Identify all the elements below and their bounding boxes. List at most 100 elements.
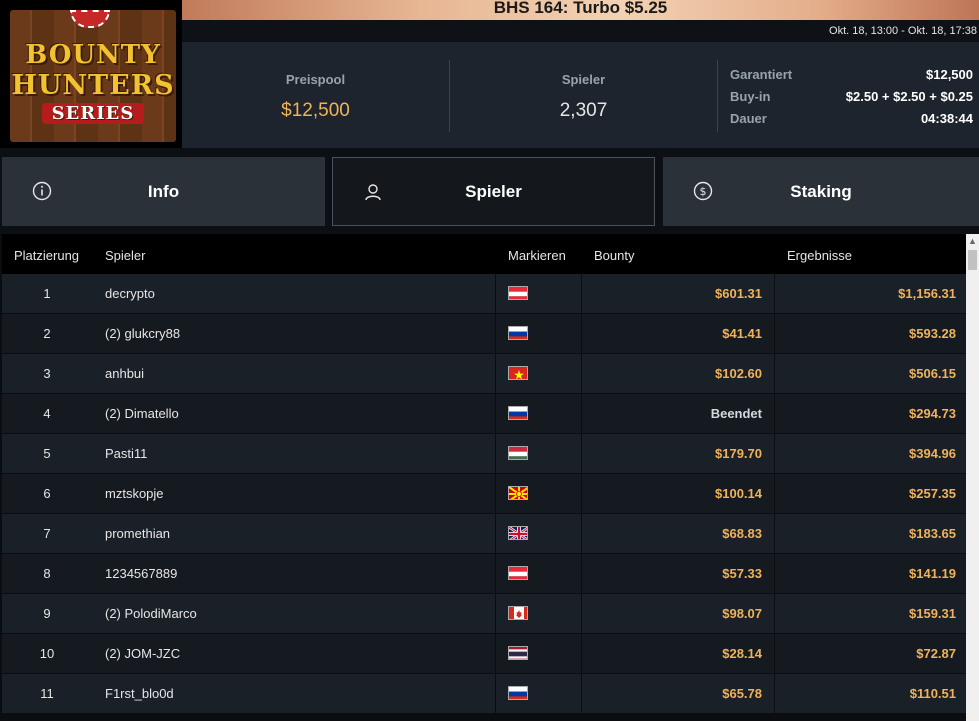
player-name-cell: promethian bbox=[105, 526, 171, 541]
austria-flag-icon bbox=[508, 566, 528, 580]
rank-cell: 3 bbox=[43, 366, 51, 381]
player-name-cell: decrypto bbox=[105, 286, 155, 301]
user-icon bbox=[365, 184, 381, 201]
player-name-cell: mztskopje bbox=[105, 486, 164, 501]
tournament-logo: BOUNTY HUNTERS SERIES bbox=[0, 0, 182, 148]
player-name-cell: (2) PolodiMarco bbox=[105, 606, 197, 621]
column-header-result[interactable]: Ergebnisse bbox=[787, 248, 852, 263]
result-cell: $593.28 bbox=[774, 314, 966, 354]
date-bar: Okt. 18, 13:00 - Okt. 18, 17:38 bbox=[182, 20, 979, 42]
table-row[interactable]: 1 decrypto $601.31 $1,156.31 bbox=[2, 274, 966, 314]
detail-value: $2.50 + $2.50 + $0.25 bbox=[845, 89, 973, 104]
player-name-cell: (2) JOM-JZC bbox=[105, 646, 181, 661]
result-cell: $294.73 bbox=[774, 394, 966, 434]
detail-value: 04:38:44 bbox=[920, 111, 973, 126]
rank-cell: 5 bbox=[43, 446, 51, 461]
rank-cell: 6 bbox=[43, 486, 51, 501]
bounty-cell: $68.83 bbox=[581, 514, 774, 554]
united-kingdom-flag-icon bbox=[508, 526, 528, 540]
table-row[interactable]: 3 anhbui $102.60 $506.15 bbox=[2, 354, 966, 394]
result-cell: $257.35 bbox=[774, 474, 966, 514]
result-cell: $1,156.31 bbox=[774, 274, 966, 314]
table-header: Platzierung Spieler Markieren Bounty Erg… bbox=[2, 234, 966, 274]
table-row[interactable]: 9 (2) PolodiMarco $98.07 $159.31 bbox=[2, 594, 966, 634]
tab-staking[interactable]: $ Staking bbox=[663, 157, 979, 226]
player-name-cell: (2) glukcry88 bbox=[105, 326, 181, 341]
flag-cell bbox=[495, 554, 582, 594]
result-cell: $394.96 bbox=[774, 434, 966, 474]
russia-flag-icon bbox=[508, 326, 528, 340]
table-row[interactable]: 8 1234567889 $57.33 $141.19 bbox=[2, 554, 966, 594]
result-cell: $183.65 bbox=[774, 514, 966, 554]
stat-divider bbox=[717, 60, 718, 132]
result-cell: $159.31 bbox=[774, 594, 966, 634]
tab-info[interactable]: Info bbox=[2, 157, 325, 226]
bounty-cell: $102.60 bbox=[581, 354, 774, 394]
flag-cell bbox=[495, 394, 582, 434]
rank-cell: 4 bbox=[43, 406, 51, 421]
logo-text-line2: HUNTERS bbox=[11, 70, 175, 101]
detail-key: Buy-in bbox=[730, 89, 771, 104]
bounty-cell: $179.70 bbox=[581, 434, 774, 474]
column-header-rank[interactable]: Platzierung bbox=[14, 248, 79, 263]
scroll-thumb[interactable] bbox=[968, 250, 977, 270]
logo-text-line1: BOUNTY bbox=[25, 40, 161, 70]
table-row[interactable]: 5 Pasti11 $179.70 $394.96 bbox=[2, 434, 966, 474]
tab-bar: Info Spieler $ Staking bbox=[0, 148, 979, 234]
date-range: Okt. 18, 13:00 - Okt. 18, 17:38 bbox=[829, 25, 977, 37]
result-cell: $72.87 bbox=[774, 634, 966, 674]
bounty-cell: $57.33 bbox=[581, 554, 774, 594]
flag-cell bbox=[495, 594, 582, 634]
title-bar: BHS 164: Turbo $5.25 bbox=[182, 0, 979, 20]
bounty-cell: $65.78 bbox=[581, 674, 774, 714]
table-row[interactable]: 6 mztskopje $100.14 $257.35 bbox=[2, 474, 966, 514]
scrollbar[interactable]: ▲ bbox=[966, 234, 979, 721]
table-row[interactable]: 7 promethian $68.83 $183.65 bbox=[2, 514, 966, 554]
logo-badge: BOUNTY HUNTERS SERIES bbox=[10, 10, 176, 142]
flag-cell bbox=[495, 354, 582, 394]
bounty-cell: $100.14 bbox=[581, 474, 774, 514]
result-cell: $110.51 bbox=[774, 674, 966, 714]
flag-cell bbox=[495, 274, 582, 314]
prizepool-value: $12,500 bbox=[281, 100, 350, 121]
north-macedonia-flag-icon bbox=[508, 486, 528, 500]
column-header-flag[interactable]: Markieren bbox=[508, 248, 566, 263]
table-row[interactable]: 4 (2) Dimatello Beendet $294.73 bbox=[2, 394, 966, 434]
player-name-cell: F1rst_blo0d bbox=[105, 686, 174, 701]
tournament-title: BHS 164: Turbo $5.25 bbox=[493, 0, 668, 17]
hungary-flag-icon bbox=[508, 446, 528, 460]
players-value: 2,307 bbox=[559, 100, 608, 121]
rank-cell: 9 bbox=[43, 606, 51, 621]
result-cell: $506.15 bbox=[774, 354, 966, 394]
detail-key: Dauer bbox=[730, 111, 767, 126]
prizepool-stat: Preispool $12,500 bbox=[182, 42, 449, 148]
tournament-lobby: BOUNTY HUNTERS SERIES BHS 164: Turbo $5.… bbox=[0, 0, 979, 721]
table-row[interactable]: 11 F1rst_blo0d $65.78 $110.51 bbox=[2, 674, 966, 714]
russia-flag-icon bbox=[508, 406, 528, 420]
table-row[interactable]: 10 (2) JOM-JZC $28.14 $72.87 bbox=[2, 634, 966, 674]
prizepool-label: Preispool bbox=[285, 72, 346, 87]
flag-cell bbox=[495, 674, 582, 714]
table-row[interactable]: 2 (2) glukcry88 $41.41 $593.28 bbox=[2, 314, 966, 354]
bounty-cell: Beendet bbox=[581, 394, 774, 434]
column-header-player[interactable]: Spieler bbox=[105, 248, 145, 263]
thailand-flag-icon bbox=[508, 646, 528, 660]
rank-cell: 11 bbox=[40, 686, 54, 701]
column-header-bounty[interactable]: Bounty bbox=[594, 248, 634, 263]
tab-label: Info bbox=[147, 181, 180, 201]
bounty-cell: $28.14 bbox=[581, 634, 774, 674]
rank-cell: 7 bbox=[43, 526, 51, 541]
players-table: 1 decrypto $601.31 $1,156.31 2 (2) glukcry88 $… bbox=[2, 274, 966, 721]
scroll-up-arrow-icon[interactable]: ▲ bbox=[966, 234, 979, 248]
stats-panel: Preispool $12,500 Spieler 2,307 Garantie… bbox=[182, 42, 979, 148]
rank-cell: 8 bbox=[43, 566, 51, 581]
rank-cell: 2 bbox=[43, 326, 51, 341]
player-name-cell: 1234567889 bbox=[105, 566, 178, 581]
tab-players[interactable]: Spieler bbox=[332, 157, 655, 226]
flag-cell bbox=[495, 514, 582, 554]
rank-cell: 1 bbox=[43, 286, 51, 301]
bounty-cell: $601.31 bbox=[581, 274, 774, 314]
dollar-coin-icon: $ bbox=[693, 181, 713, 201]
tab-label: Staking bbox=[790, 181, 852, 201]
svg-text:$: $ bbox=[700, 185, 707, 198]
